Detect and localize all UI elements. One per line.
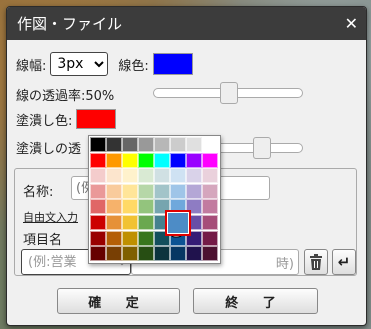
line-settings-row: 線幅: 3px 線色: (16, 52, 193, 76)
palette-color-cell[interactable] (122, 215, 138, 230)
palette-color-cell[interactable] (106, 152, 122, 168)
palette-color-cell[interactable] (90, 152, 106, 168)
palette-color-cell[interactable] (138, 230, 154, 246)
palette-color-cell[interactable] (106, 199, 122, 215)
palette-color-cell[interactable] (90, 246, 106, 262)
fill-color-swatch[interactable] (76, 109, 117, 129)
palette-color-cell[interactable] (154, 152, 170, 168)
palette-color-cell[interactable] (170, 168, 186, 184)
palette-color-cell[interactable] (138, 199, 154, 215)
palette-color-cell[interactable] (202, 152, 218, 168)
palette-color-cell[interactable] (106, 215, 122, 230)
palette-color-cell-selected[interactable] (165, 210, 191, 236)
line-opacity-label: 線の透過率:50% (16, 89, 115, 104)
palette-color-cell[interactable] (106, 137, 122, 152)
palette-color-cell[interactable] (186, 137, 202, 152)
item-name-label: 項目名 (23, 233, 63, 248)
palette-color-cell[interactable] (186, 152, 202, 168)
fill-color-label: 塗潰し色: (16, 113, 73, 129)
palette-color-cell[interactable] (154, 246, 170, 262)
palette-color-cell[interactable] (90, 215, 106, 230)
palette-color-cell[interactable] (138, 215, 154, 230)
palette-color-cell[interactable] (90, 230, 106, 246)
palette-color-cell[interactable] (122, 168, 138, 184)
trash-icon (310, 254, 322, 270)
dialog-titlebar[interactable]: 作図・ファイル ✕ (7, 7, 366, 40)
item-value-placeholder: 時) (275, 256, 294, 272)
palette-color-cell[interactable] (170, 246, 186, 262)
palette-color-cell[interactable] (106, 246, 122, 262)
dialog-title: 作図・ファイル (17, 15, 123, 33)
line-width-select[interactable]: 3px (50, 52, 109, 76)
line-opacity-slider[interactable] (153, 82, 303, 104)
palette-color-cell[interactable] (122, 230, 138, 246)
palette-color-cell[interactable] (202, 215, 218, 230)
fill-opacity-label: 塗潰しの透 (16, 142, 82, 157)
line-color-swatch[interactable] (152, 53, 193, 75)
palette-color-cell[interactable] (122, 183, 138, 199)
close-icon[interactable]: ✕ (345, 14, 358, 33)
palette-color-cell[interactable] (138, 168, 154, 184)
color-palette-popup (88, 135, 221, 264)
palette-color-cell[interactable] (122, 152, 138, 168)
drawing-dialog: 作図・ファイル ✕ 線幅: 3px 線色: 線の透過率:50% 塗潰し色: 塗潰… (6, 6, 367, 326)
palette-color-cell[interactable] (122, 246, 138, 262)
delete-button[interactable] (304, 249, 328, 275)
palette-color-cell[interactable] (186, 183, 202, 199)
palette-color-cell[interactable] (186, 168, 202, 184)
palette-color-cell[interactable] (122, 137, 138, 152)
fill-opacity-row: 塗潰しの透 (16, 138, 81, 157)
palette-color-cell[interactable] (90, 137, 106, 152)
fill-opacity-slider-handle[interactable] (253, 137, 271, 159)
palette-color-cell[interactable] (106, 230, 122, 246)
palette-color-cell[interactable] (170, 137, 186, 152)
line-opacity-row: 線の透過率:50% (16, 85, 114, 104)
palette-color-cell[interactable] (90, 183, 106, 199)
palette-color-cell[interactable] (202, 137, 218, 152)
palette-color-cell[interactable] (90, 199, 106, 215)
palette-color-cell[interactable] (202, 168, 218, 184)
name-label: 名称: (23, 185, 54, 200)
palette-color-cell[interactable] (138, 152, 154, 168)
return-icon: ↵ (337, 253, 351, 271)
palette-color-cell[interactable] (90, 168, 106, 184)
end-button[interactable]: 終 了 (193, 288, 318, 314)
confirm-button[interactable]: 確 定 (57, 288, 180, 314)
palette-color-cell[interactable] (202, 199, 218, 215)
palette-color-cell[interactable] (106, 168, 122, 184)
palette-color-cell[interactable] (170, 183, 186, 199)
palette-color-cell[interactable] (202, 246, 218, 262)
palette-color-cell[interactable] (202, 230, 218, 246)
palette-color-cell[interactable] (138, 246, 154, 262)
palette-color-cell[interactable] (186, 246, 202, 262)
line-width-label: 線幅: (16, 58, 47, 74)
palette-color-cell[interactable] (154, 183, 170, 199)
palette-color-cell[interactable] (122, 199, 138, 215)
palette-color-cell[interactable] (138, 183, 154, 199)
palette-color-cell[interactable] (138, 137, 154, 152)
enter-button[interactable]: ↵ (332, 249, 356, 275)
fill-color-row: 塗潰し色: (16, 109, 117, 129)
palette-color-cell[interactable] (154, 137, 170, 152)
palette-color-cell[interactable] (154, 168, 170, 184)
palette-color-cell[interactable] (106, 183, 122, 199)
line-color-label: 線色: (118, 58, 149, 74)
free-text-input-link[interactable]: 自由文入力 (23, 209, 78, 225)
palette-color-cell[interactable] (170, 152, 186, 168)
palette-color-cell[interactable] (202, 183, 218, 199)
line-opacity-slider-handle[interactable] (220, 82, 238, 104)
